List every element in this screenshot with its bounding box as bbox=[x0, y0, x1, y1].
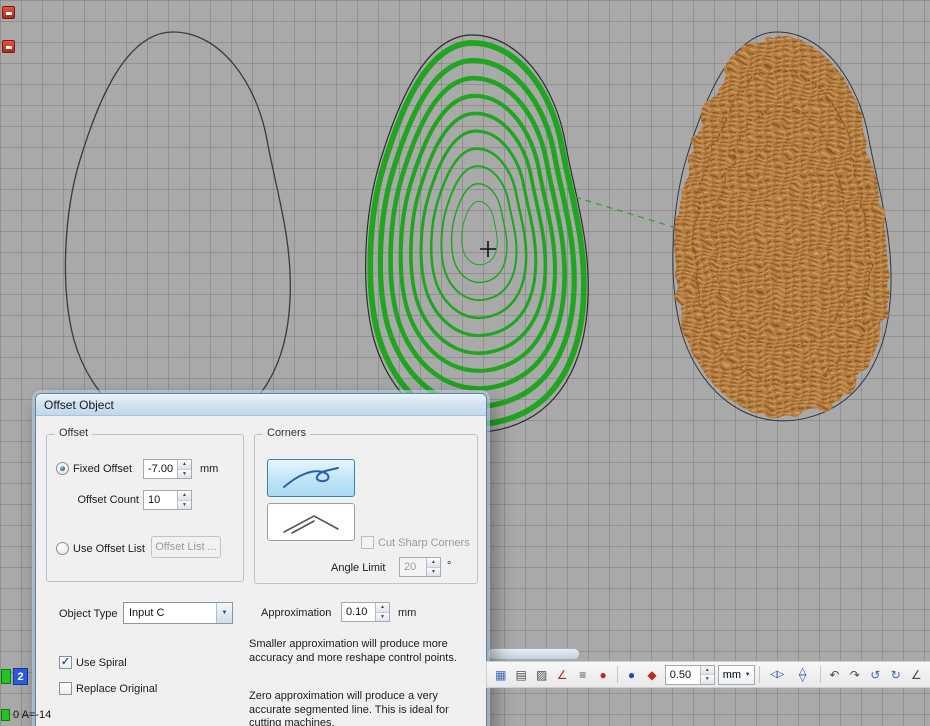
object-count-value: 2 bbox=[17, 671, 23, 683]
cut-sharp-corners-checkbox[interactable] bbox=[361, 536, 374, 549]
toolbar-separator bbox=[820, 666, 821, 683]
toolbar-separator bbox=[617, 666, 618, 683]
corners-group: Corners Cut Sharp Corners Angle Limit ▲ … bbox=[254, 434, 478, 584]
offset-group-label: Offset bbox=[55, 427, 92, 439]
spin-down-icon[interactable]: ▼ bbox=[427, 568, 440, 577]
dropdown-arrow-icon[interactable]: ▼ bbox=[741, 672, 754, 678]
corners-group-label: Corners bbox=[263, 427, 310, 439]
offset-width-input[interactable] bbox=[666, 666, 700, 684]
angle-limit-spinner[interactable]: ▲ ▼ bbox=[399, 557, 441, 577]
object-type-value: Input C bbox=[124, 603, 216, 623]
spin-down-icon[interactable]: ▼ bbox=[701, 675, 714, 684]
object-count-badge[interactable]: 2 bbox=[13, 668, 28, 685]
offset-list-button-label: Offset List ... bbox=[155, 541, 217, 553]
dropdown-arrow-icon[interactable]: ▼ bbox=[216, 603, 232, 623]
rounded-corner-button[interactable] bbox=[267, 459, 355, 497]
fixed-offset-spin-arrows: ▲ ▼ bbox=[177, 460, 191, 478]
rotate-cw-icon[interactable]: ↷ bbox=[845, 664, 864, 685]
rotate-right-icon[interactable]: ↻ bbox=[886, 664, 905, 685]
angle-limit-label: Angle Limit bbox=[331, 562, 385, 574]
offset-object-dialog: Offset Object Offset Fixed Offset ▲ ▼ mm… bbox=[35, 393, 487, 726]
offset-group: Offset Fixed Offset ▲ ▼ mm Offset Count … bbox=[46, 434, 244, 582]
units-value: mm bbox=[723, 669, 741, 681]
spin-up-icon[interactable]: ▲ bbox=[376, 603, 389, 613]
use-spiral-label: Use Spiral bbox=[76, 657, 127, 669]
offset-spiral-shape[interactable] bbox=[366, 35, 589, 432]
offset-count-spin-arrows: ▲ ▼ bbox=[177, 491, 191, 509]
cut-sharp-corners-label: Cut Sharp Corners bbox=[378, 537, 470, 549]
object-type-dropdown[interactable]: Input C ▼ bbox=[123, 602, 233, 624]
approximation-note-1: Smaller approximation will produce more … bbox=[249, 638, 481, 665]
spin-up-icon[interactable]: ▲ bbox=[178, 491, 191, 501]
approximation-spin-arrows: ▲ ▼ bbox=[375, 603, 389, 621]
offset-width-spinner[interactable]: ▲ ▼ bbox=[665, 665, 715, 685]
spin-up-icon[interactable]: ▲ bbox=[178, 460, 191, 470]
fixed-offset-label: Fixed Offset bbox=[73, 463, 132, 475]
color-chip-green[interactable] bbox=[1, 669, 11, 684]
fixed-offset-radio[interactable] bbox=[56, 462, 69, 475]
approximation-unit: mm bbox=[398, 607, 416, 619]
spin-up-icon[interactable]: ▲ bbox=[701, 666, 714, 676]
red-tool-icon-top[interactable] bbox=[2, 6, 15, 19]
fill-pattern-icon[interactable]: ▨ bbox=[532, 664, 551, 685]
approximation-input[interactable] bbox=[342, 603, 375, 621]
approximation-note-2: Zero approximation will produce a very a… bbox=[249, 690, 481, 726]
angle-limit-spin-arrows: ▲ ▼ bbox=[426, 558, 440, 576]
fixed-offset-unit: mm bbox=[200, 463, 218, 475]
sharp-corner-button[interactable] bbox=[267, 503, 355, 541]
design-grid-icon[interactable]: ▦ bbox=[491, 664, 510, 685]
dialog-titlebar[interactable]: Offset Object bbox=[36, 394, 486, 416]
status-readout-row: 0 A=-14 bbox=[1, 709, 51, 721]
horizontal-scrollbar-thumb[interactable] bbox=[487, 648, 580, 660]
use-spiral-checkbox[interactable]: ✓ bbox=[59, 656, 72, 669]
offset-count-spinner[interactable]: ▲ ▼ bbox=[143, 490, 192, 510]
mirror-horizontal-icon[interactable]: ◁▷ bbox=[764, 664, 789, 685]
fixed-offset-input[interactable] bbox=[144, 460, 177, 478]
use-offset-list-radio[interactable] bbox=[56, 542, 69, 555]
sharp-corner-icon bbox=[280, 509, 342, 535]
units-dropdown[interactable]: mm ▼ bbox=[718, 665, 755, 685]
angle-limit-unit: ° bbox=[447, 560, 451, 572]
spin-down-icon[interactable]: ▼ bbox=[376, 613, 389, 622]
replace-original-label: Replace Original bbox=[76, 683, 157, 695]
stitch-list-icon[interactable]: ▤ bbox=[511, 664, 530, 685]
approximation-spinner[interactable]: ▲ ▼ bbox=[341, 602, 390, 622]
check-icon: ✓ bbox=[61, 655, 70, 668]
angle-limit-input[interactable] bbox=[400, 558, 426, 576]
status-readout: 0 A=-14 bbox=[13, 709, 51, 721]
offset-count-input[interactable] bbox=[144, 491, 177, 509]
mirror-vertical-icon[interactable]: ◁▷ bbox=[792, 662, 813, 687]
replace-original-checkbox[interactable] bbox=[59, 682, 72, 695]
spin-down-icon[interactable]: ▼ bbox=[178, 501, 191, 510]
status-color-chip[interactable] bbox=[1, 709, 10, 721]
offset-list-button[interactable]: Offset List ... bbox=[151, 536, 221, 558]
node-pair-icon[interactable]: ◆ bbox=[642, 664, 661, 685]
rounded-corner-icon bbox=[280, 465, 342, 491]
offset-width-spin-arrows: ▲ ▼ bbox=[700, 666, 714, 684]
dialog-title: Offset Object bbox=[44, 398, 114, 412]
use-offset-list-label: Use Offset List bbox=[73, 543, 145, 555]
blue-node-icon[interactable]: ● bbox=[622, 664, 641, 685]
stitched-shape[interactable] bbox=[650, 15, 925, 445]
rotate-left-icon[interactable]: ↺ bbox=[866, 664, 885, 685]
offset-count-label: Offset Count bbox=[55, 494, 139, 506]
stitch-marks-icon[interactable]: ≡ bbox=[573, 664, 592, 685]
angle-measure-icon[interactable]: ∠ bbox=[552, 664, 571, 685]
spin-up-icon[interactable]: ▲ bbox=[427, 558, 440, 568]
red-tool-icon-bottom[interactable] bbox=[2, 40, 15, 53]
outline-shape[interactable] bbox=[65, 32, 290, 433]
rotate-ccw-icon[interactable]: ↶ bbox=[825, 664, 844, 685]
approximation-label: Approximation bbox=[261, 607, 331, 619]
transform-toolbar: ▦ ▤ ▨ ∠ ≡ ● ● ◆ ▲ ▼ mm ▼ ◁▷ ◁▷ ↶ ↷ ↺ ↻ ∠ bbox=[486, 661, 930, 688]
skew-icon[interactable]: ∠ bbox=[906, 664, 925, 685]
toolbar-separator bbox=[759, 666, 760, 683]
spin-down-icon[interactable]: ▼ bbox=[178, 470, 191, 479]
crosshair-cursor bbox=[480, 241, 496, 257]
fixed-offset-spinner[interactable]: ▲ ▼ bbox=[143, 459, 192, 479]
red-node-icon[interactable]: ● bbox=[593, 664, 612, 685]
object-type-label: Object Type bbox=[59, 608, 118, 620]
